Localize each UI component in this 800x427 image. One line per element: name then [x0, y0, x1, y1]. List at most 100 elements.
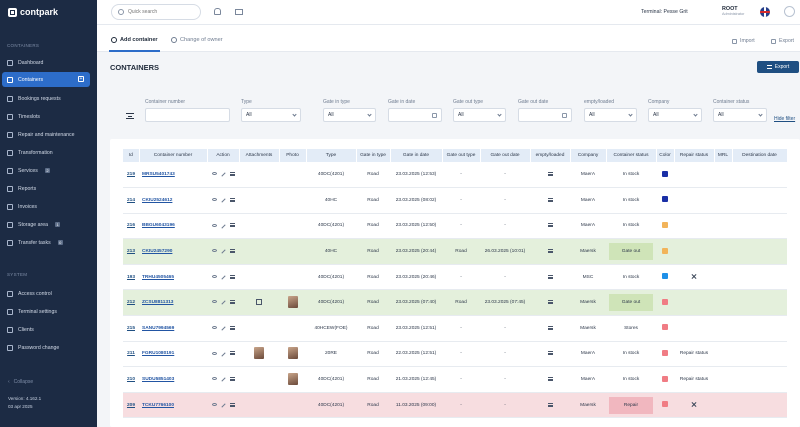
- menu-icon[interactable]: [229, 223, 235, 228]
- column-header[interactable]: empty/loaded: [530, 149, 571, 162]
- container-number-link[interactable]: SUDU5851403: [139, 366, 207, 393]
- sidebar-item-access[interactable]: Access control: [2, 286, 90, 301]
- column-header[interactable]: Company: [570, 149, 607, 162]
- sidebar-item-terminal-settings[interactable]: Terminal settings: [2, 304, 90, 319]
- eye-icon[interactable]: [211, 198, 217, 202]
- column-header[interactable]: Photo: [279, 149, 307, 162]
- document-icon[interactable]: [256, 298, 262, 305]
- table-row[interactable]: 215 SANU7994569 40HCEW(FOE) Road 23.03.2025…: [123, 315, 787, 342]
- eye-icon[interactable]: [211, 325, 217, 329]
- column-header[interactable]: Gate in date: [390, 149, 443, 162]
- eye-icon[interactable]: [211, 377, 217, 381]
- photo-thumbnail[interactable]: [287, 295, 298, 308]
- table-row[interactable]: 213 CKIU2457290 40HC Road 23.03.2025 (20:44…: [123, 238, 787, 265]
- import-button[interactable]: Import: [732, 38, 755, 44]
- eye-icon[interactable]: [211, 300, 217, 304]
- eye-icon[interactable]: [211, 223, 217, 227]
- container-number-link[interactable]: BBGU6043196: [139, 213, 207, 240]
- container-number-link[interactable]: SANU7994569: [139, 315, 207, 342]
- gate-in-type-select[interactable]: All: [323, 108, 376, 122]
- container-number-link[interactable]: ZCSU8811313: [139, 289, 207, 317]
- column-header[interactable]: Color: [656, 149, 675, 162]
- edit-icon[interactable]: [220, 377, 226, 382]
- user-info[interactable]: ROOT Administrator: [722, 6, 744, 16]
- column-header[interactable]: Id: [123, 149, 140, 162]
- edit-icon[interactable]: [220, 275, 226, 280]
- table-row[interactable]: 219 MRSU5401743 40DC(4201) Road 23.03.2025 …: [123, 162, 787, 189]
- sidebar-item-timeslots[interactable]: Timeslots: [2, 109, 90, 124]
- row-id[interactable]: 214: [123, 187, 139, 214]
- type-select[interactable]: All: [241, 108, 301, 122]
- repair-tools-icon[interactable]: [691, 401, 697, 407]
- sidebar-item-containers[interactable]: Containers +: [2, 72, 90, 87]
- row-id[interactable]: 193: [123, 264, 139, 291]
- table-row[interactable]: 211 FGRU1080191 20RE Road 22.03.2025 (12:51…: [123, 341, 787, 368]
- gate-out-date-picker[interactable]: [518, 108, 572, 122]
- gate-in-date-picker[interactable]: [388, 108, 442, 122]
- terminal-location[interactable]: Terminal: Pesse Grit: [641, 9, 688, 15]
- table-row[interactable]: 193 TRHU4505465 40DC(4201) Road 23.03.2025 …: [123, 264, 787, 291]
- table-row[interactable]: 212 ZCSU8811313 40DC(4201) Road 23.03.2025 …: [123, 289, 787, 317]
- sidebar-item-transformation[interactable]: Transformation: [2, 145, 90, 160]
- row-id[interactable]: 211: [123, 341, 139, 368]
- edit-icon[interactable]: [220, 300, 226, 306]
- export-link-button[interactable]: Export: [771, 38, 794, 44]
- eye-icon[interactable]: [211, 402, 217, 406]
- tab-change-owner[interactable]: Change of owner: [171, 37, 223, 43]
- menu-icon[interactable]: [229, 274, 235, 279]
- sidebar-item-bookings[interactable]: Bookings requests: [2, 91, 90, 106]
- edit-icon[interactable]: [220, 198, 226, 203]
- menu-icon[interactable]: [229, 248, 235, 253]
- row-id[interactable]: 210: [123, 366, 139, 393]
- column-header[interactable]: Attachments: [239, 149, 280, 162]
- company-select[interactable]: All: [648, 108, 702, 122]
- menu-icon[interactable]: [229, 197, 235, 202]
- row-id[interactable]: 209: [123, 392, 139, 419]
- sidebar-item-services[interactable]: Services 2: [2, 163, 90, 178]
- sidebar-item-dashboard[interactable]: Dashboard: [2, 55, 90, 70]
- edit-icon[interactable]: [220, 223, 226, 229]
- sidebar-item-reports[interactable]: Reports: [2, 181, 90, 196]
- menu-icon[interactable]: [229, 402, 235, 407]
- repair-tools-icon[interactable]: [691, 273, 697, 279]
- menu-icon[interactable]: [229, 325, 235, 330]
- filter-icon[interactable]: [126, 113, 134, 119]
- column-header[interactable]: Container number: [139, 149, 208, 162]
- sidebar-item-password[interactable]: Password change: [2, 340, 90, 355]
- edit-icon[interactable]: [220, 351, 226, 357]
- menu-icon[interactable]: [229, 376, 235, 381]
- column-header[interactable]: Action: [207, 149, 240, 162]
- sidebar-item-storage[interactable]: Storage area 1: [2, 217, 90, 232]
- column-header[interactable]: Container status: [606, 149, 657, 162]
- eye-icon[interactable]: [211, 351, 217, 355]
- row-id[interactable]: 215: [123, 315, 139, 342]
- container-number-link[interactable]: FGRU1080191: [139, 341, 207, 368]
- column-header[interactable]: Type: [306, 149, 357, 162]
- bell-icon[interactable]: [214, 8, 221, 15]
- container-number-input[interactable]: [145, 108, 230, 122]
- language-flag-icon[interactable]: [760, 7, 770, 17]
- menu-icon[interactable]: [229, 351, 235, 356]
- mail-icon[interactable]: [235, 9, 243, 15]
- menu-icon[interactable]: [229, 300, 235, 305]
- sidebar-item-repair[interactable]: Repair and maintenance: [2, 127, 90, 142]
- column-header[interactable]: Repair status: [674, 149, 715, 162]
- search-box[interactable]: [111, 4, 201, 20]
- column-header[interactable]: Gate out date: [480, 149, 531, 162]
- row-id[interactable]: 212: [123, 289, 139, 317]
- avatar[interactable]: [784, 6, 795, 17]
- eye-icon[interactable]: [211, 274, 217, 278]
- column-header[interactable]: Gate out type: [442, 149, 481, 162]
- sidebar-item-invoices[interactable]: Invoices: [2, 199, 90, 214]
- column-header[interactable]: MRL: [714, 149, 733, 162]
- gate-out-type-select[interactable]: All: [453, 108, 506, 122]
- container-number-link[interactable]: TRHU4505465: [139, 264, 207, 291]
- logo[interactable]: contpark: [8, 7, 58, 17]
- eye-icon[interactable]: [211, 172, 217, 176]
- container-status-select[interactable]: All: [713, 108, 767, 122]
- edit-icon[interactable]: [220, 403, 226, 408]
- empty-loaded-select[interactable]: All: [584, 108, 637, 122]
- eye-icon[interactable]: [211, 249, 217, 253]
- export-button[interactable]: Export: [757, 61, 799, 73]
- table-row[interactable]: 214 CKIU2524612 40HC Road 23.03.2025 (08:02…: [123, 187, 787, 214]
